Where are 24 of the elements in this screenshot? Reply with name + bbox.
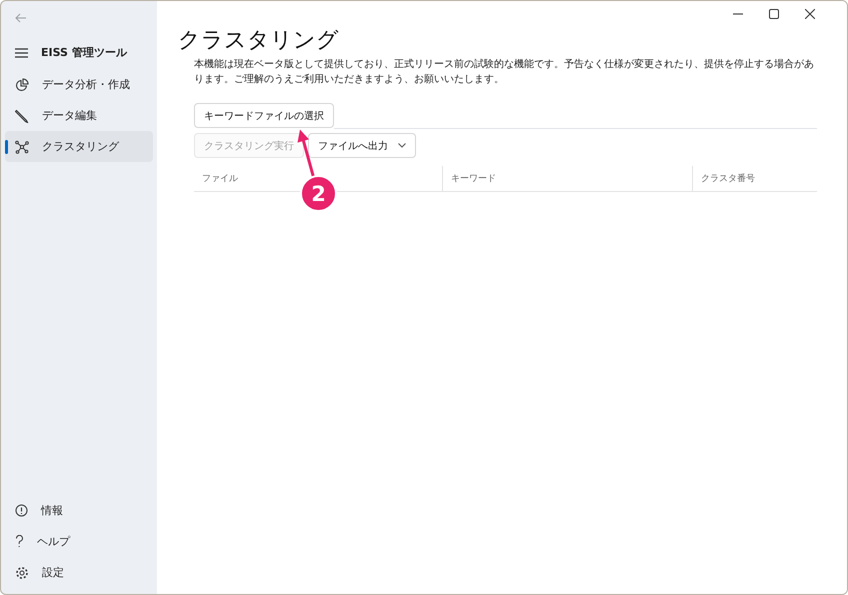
description: 本機能は現在ベータ版として提供しており、正式リリース前の試験的な機能です。予告なく仕様が変更されたり、提供を停止する場合があります。ご理解のうえご利用いただきますよう、お願いいたします。: [194, 58, 815, 87]
column-header[interactable]: クラスタ番号: [692, 166, 817, 191]
network-icon: [15, 140, 29, 154]
step-badge: 2: [300, 175, 337, 212]
maximize-icon[interactable]: [769, 9, 779, 19]
pencil-icon: [15, 108, 29, 122]
nav-item[interactable]: クラスタリング: [5, 131, 153, 162]
column-header[interactable]: キーワード: [442, 166, 692, 191]
export-button[interactable]: ファイルへ出力: [308, 133, 416, 158]
page-title: クラスタリング: [178, 27, 340, 55]
nav-item[interactable]: データ編集: [5, 100, 153, 131]
help-icon: [15, 535, 24, 548]
close-icon[interactable]: [805, 9, 815, 19]
nav-item[interactable]: データ分析・作成: [5, 69, 153, 100]
nav-item[interactable]: 情報: [5, 495, 153, 526]
nav-item[interactable]: 設定: [5, 557, 153, 588]
app-title: EISS 管理ツール: [41, 45, 127, 60]
settings-icon: [15, 566, 29, 580]
nav-item[interactable]: ヘルプ: [5, 526, 153, 557]
pie-chart-icon: [15, 78, 29, 92]
menu-icon[interactable]: [15, 48, 28, 58]
caret-icon: [398, 143, 406, 148]
select-file-button[interactable]: キーワードファイルの選択: [194, 103, 334, 128]
info-icon: [15, 504, 28, 517]
